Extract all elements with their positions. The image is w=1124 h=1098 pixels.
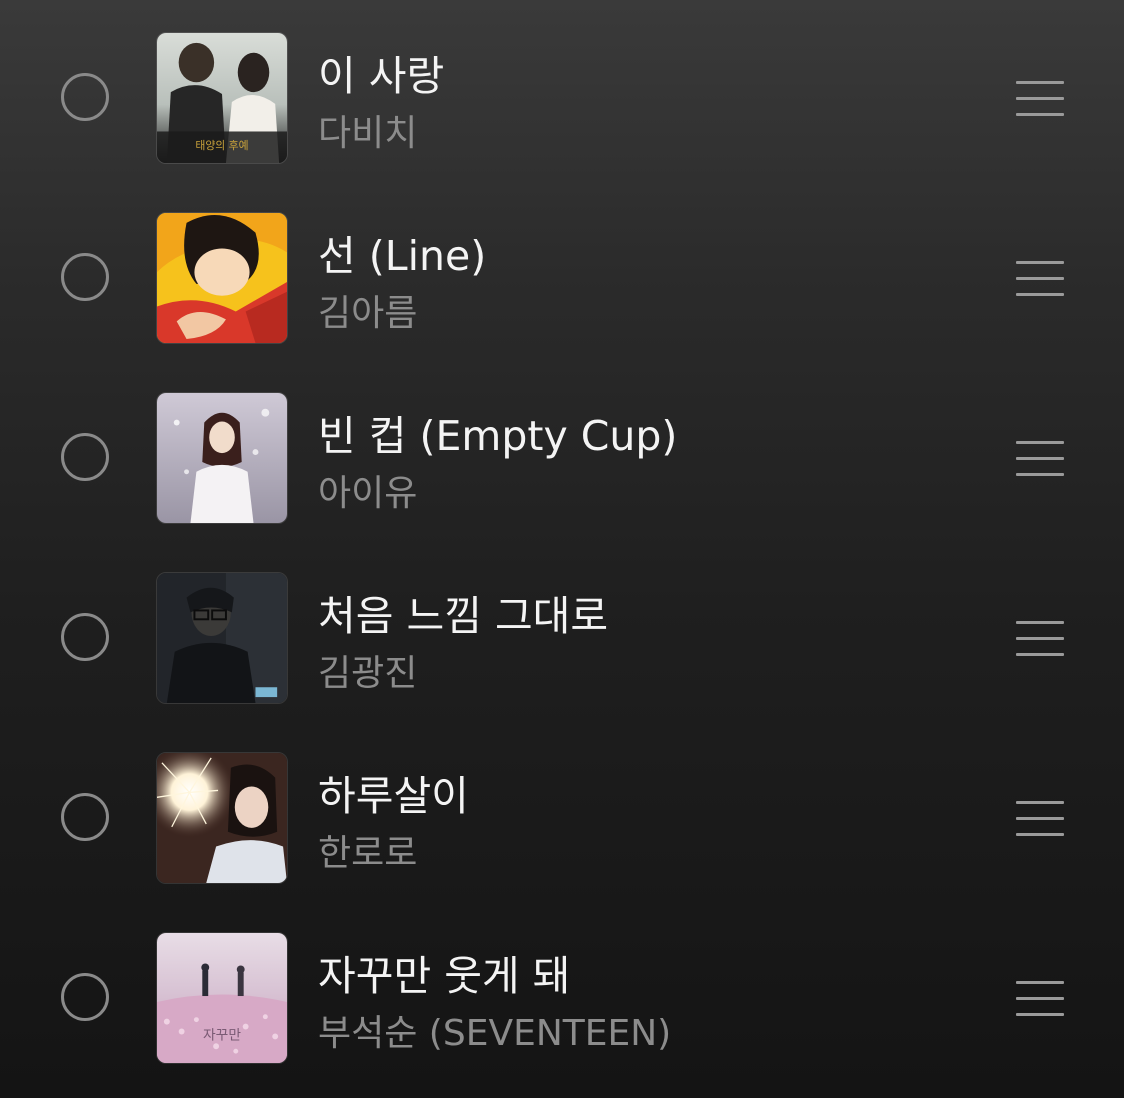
drag-handle-icon[interactable] bbox=[1016, 621, 1064, 657]
track-title: 자꾸만 웃게 돼 bbox=[318, 952, 571, 1000]
track-artist: 부석순 (SEVENTEEN) bbox=[318, 1013, 672, 1054]
track-row[interactable]: 선 (Line) 김아름 bbox=[0, 182, 1124, 362]
track-artist: 김아름 bbox=[318, 293, 418, 334]
track-row[interactable]: 하루살이 한로로 bbox=[0, 722, 1124, 902]
select-circle-icon[interactable] bbox=[61, 973, 109, 1021]
select-circle-icon[interactable] bbox=[61, 613, 109, 661]
track-title: 이 사랑 bbox=[318, 52, 445, 100]
select-circle-icon[interactable] bbox=[61, 253, 109, 301]
track-list: 태양의 후예 이 사랑 다비치 선 (Line) 김아름 빈 컵 (Empty … bbox=[0, 0, 1124, 1098]
drag-handle-icon[interactable] bbox=[1016, 441, 1064, 477]
track-title: 빈 컵 (Empty Cup) bbox=[318, 412, 678, 460]
drag-handle-icon[interactable] bbox=[1016, 261, 1064, 297]
track-title: 하루살이 bbox=[318, 772, 469, 820]
track-title: 선 (Line) bbox=[318, 232, 487, 280]
album-cover bbox=[156, 752, 288, 884]
svg-text:자꾸만: 자꾸만 bbox=[203, 1027, 241, 1043]
track-row[interactable]: 태양의 후예 이 사랑 다비치 bbox=[0, 2, 1124, 182]
album-art-image: 자꾸만 bbox=[157, 933, 287, 1063]
album-cover bbox=[156, 392, 288, 524]
drag-handle-icon[interactable] bbox=[1016, 981, 1064, 1017]
svg-text:태양의 후예: 태양의 후예 bbox=[195, 139, 248, 152]
album-art-image bbox=[157, 573, 287, 703]
select-circle-icon[interactable] bbox=[61, 433, 109, 481]
track-artist: 김광진 bbox=[318, 653, 418, 694]
album-cover: 자꾸만 bbox=[156, 932, 288, 1064]
track-artist: 다비치 bbox=[318, 113, 418, 154]
drag-handle-icon[interactable] bbox=[1016, 81, 1064, 117]
album-art-image: 태양의 후예 bbox=[157, 33, 287, 163]
track-row[interactable]: 처음 느낌 그대로 김광진 bbox=[0, 542, 1124, 722]
select-circle-icon[interactable] bbox=[61, 793, 109, 841]
track-title: 처음 느낌 그대로 bbox=[318, 592, 609, 640]
track-artist: 한로로 bbox=[318, 833, 418, 874]
track-artist: 아이유 bbox=[318, 473, 418, 514]
album-cover bbox=[156, 212, 288, 344]
album-art-image bbox=[157, 753, 287, 883]
album-art-image bbox=[157, 213, 287, 343]
album-cover: 태양의 후예 bbox=[156, 32, 288, 164]
drag-handle-icon[interactable] bbox=[1016, 801, 1064, 837]
album-cover bbox=[156, 572, 288, 704]
album-art-image bbox=[157, 393, 287, 523]
select-circle-icon[interactable] bbox=[61, 73, 109, 121]
track-row[interactable]: 빈 컵 (Empty Cup) 아이유 bbox=[0, 362, 1124, 542]
track-row[interactable]: 자꾸만 자꾸만 웃게 돼 부석순 (SEVENTEEN) bbox=[0, 902, 1124, 1082]
